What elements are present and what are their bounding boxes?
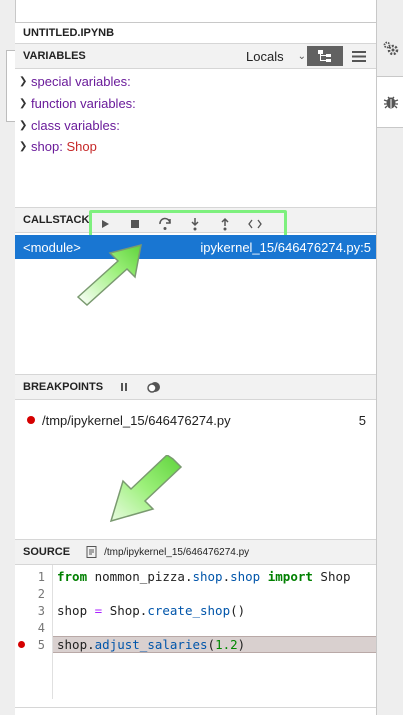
step-in-button[interactable] xyxy=(184,213,206,235)
variable-row-function[interactable]: ❯ function variables: xyxy=(19,93,136,113)
source-header: SOURCE /tmp/ipykernel_15/646476274.py xyxy=(15,539,376,565)
caret-right-icon: ❯ xyxy=(19,140,28,152)
pause-icon xyxy=(121,383,128,391)
variable-colon: : xyxy=(132,95,136,111)
code-line-3: 3 shop = Shop.create_shop() xyxy=(15,602,376,619)
variable-name: class variables xyxy=(31,117,117,133)
debug-controls-highlight xyxy=(89,210,287,238)
breakpoint-dot-icon xyxy=(27,416,35,424)
variable-name: shop xyxy=(31,138,60,154)
variable-colon: : xyxy=(59,138,67,154)
variable-row-class[interactable]: ❯ class variables: xyxy=(19,115,120,135)
variable-row-shop[interactable]: ❯ shop: Shop xyxy=(19,136,97,156)
stop-icon xyxy=(131,220,139,228)
step-over-button[interactable] xyxy=(154,213,176,235)
frame-location: ipykernel_15/646476274.py:5 xyxy=(200,239,371,255)
file-open-icon xyxy=(86,546,97,558)
code-line-2: 2 xyxy=(15,585,376,602)
scope-select[interactable]: Locals ⌄ xyxy=(246,44,306,68)
variable-value: Shop xyxy=(66,138,97,154)
line-number: 4 xyxy=(37,620,45,635)
continue-button[interactable] xyxy=(94,213,116,235)
breakpoints-title: BREAKPOINTS xyxy=(23,381,104,393)
code-text: from nommon_pizza.shop.shop import Shop xyxy=(57,569,351,584)
bug-icon xyxy=(383,96,398,109)
debugger-panel: UNTITLED.IPYNB VARIABLES Locals ⌄ ❯ spec… xyxy=(15,22,376,716)
caret-right-icon: ❯ xyxy=(19,75,28,87)
annotation-arrow-up xyxy=(76,243,142,307)
property-inspector-tab[interactable] xyxy=(377,24,403,74)
annotation-arrow-down xyxy=(109,455,183,523)
table-view-button[interactable] xyxy=(349,46,369,66)
scope-select-value: Locals xyxy=(246,48,284,64)
debugger-tab[interactable] xyxy=(377,76,403,128)
bottom-divider xyxy=(15,707,376,708)
source-title: SOURCE xyxy=(23,546,71,558)
code-text: shop.adjust_salaries(1.2) xyxy=(57,637,246,652)
code-text: shop = Shop.create_shop() xyxy=(57,603,246,618)
source-editor[interactable]: 1 from nommon_pizza.shop.shop import Sho… xyxy=(15,565,376,699)
step-out-button[interactable] xyxy=(214,213,236,235)
open-in-editor-button[interactable] xyxy=(86,546,98,558)
gears-icon xyxy=(383,41,398,56)
breakpoint-item[interactable]: /tmp/ipykernel_15/646476274.py 5 xyxy=(15,410,376,430)
left-panel-sliver xyxy=(6,50,15,122)
variable-name: function variables xyxy=(31,95,133,111)
play-icon xyxy=(102,220,109,228)
notebook-title: UNTITLED.IPYNB xyxy=(23,27,115,39)
callstack-title: CALLSTACK xyxy=(23,214,90,226)
remove-all-breakpoints-button[interactable] xyxy=(147,381,161,393)
caret-right-icon: ❯ xyxy=(19,119,28,131)
caret-right-icon: ❯ xyxy=(19,97,28,109)
code-line-4: 4 xyxy=(15,619,376,636)
tree-icon xyxy=(318,50,331,62)
tree-view-button[interactable] xyxy=(307,46,343,66)
code-line-1: 1 from nommon_pizza.shop.shop import Sho… xyxy=(15,568,376,585)
chevron-down-icon: ⌄ xyxy=(297,50,306,62)
variables-title: VARIABLES xyxy=(23,50,86,62)
breakpoints-icon xyxy=(147,382,161,393)
left-edge xyxy=(0,0,16,715)
step-in-icon xyxy=(191,218,199,231)
line-number: 2 xyxy=(37,586,45,601)
line-number: 1 xyxy=(37,569,45,584)
breakpoints-header: BREAKPOINTS xyxy=(15,374,376,400)
source-path: /tmp/ipykernel_15/646476274.py xyxy=(104,546,250,558)
variables-header: VARIABLES Locals ⌄ xyxy=(15,43,376,69)
breakpoint-line: 5 xyxy=(358,412,366,428)
variable-row-special[interactable]: ❯ special variables: xyxy=(19,71,131,91)
step-over-icon xyxy=(159,217,171,230)
variable-colon: : xyxy=(116,117,120,133)
variable-name: special variables xyxy=(31,73,128,89)
step-out-icon xyxy=(221,217,229,231)
evaluate-code-button[interactable] xyxy=(244,213,266,235)
terminate-button[interactable] xyxy=(124,213,146,235)
right-sidebar xyxy=(376,0,403,715)
line-number: 5 xyxy=(37,637,45,652)
menu-icon xyxy=(352,50,366,62)
code-line-5-current: 5 shop.adjust_salaries(1.2) xyxy=(15,636,376,653)
breakpoint-file: /tmp/ipykernel_15/646476274.py xyxy=(42,412,231,428)
variable-colon: : xyxy=(127,73,131,89)
code-icon xyxy=(248,219,262,229)
line-number: 3 xyxy=(37,603,45,618)
callstack-frame[interactable]: <module> ipykernel_15/646476274.py:5 xyxy=(15,235,376,259)
pause-on-exceptions-button[interactable] xyxy=(119,382,129,392)
